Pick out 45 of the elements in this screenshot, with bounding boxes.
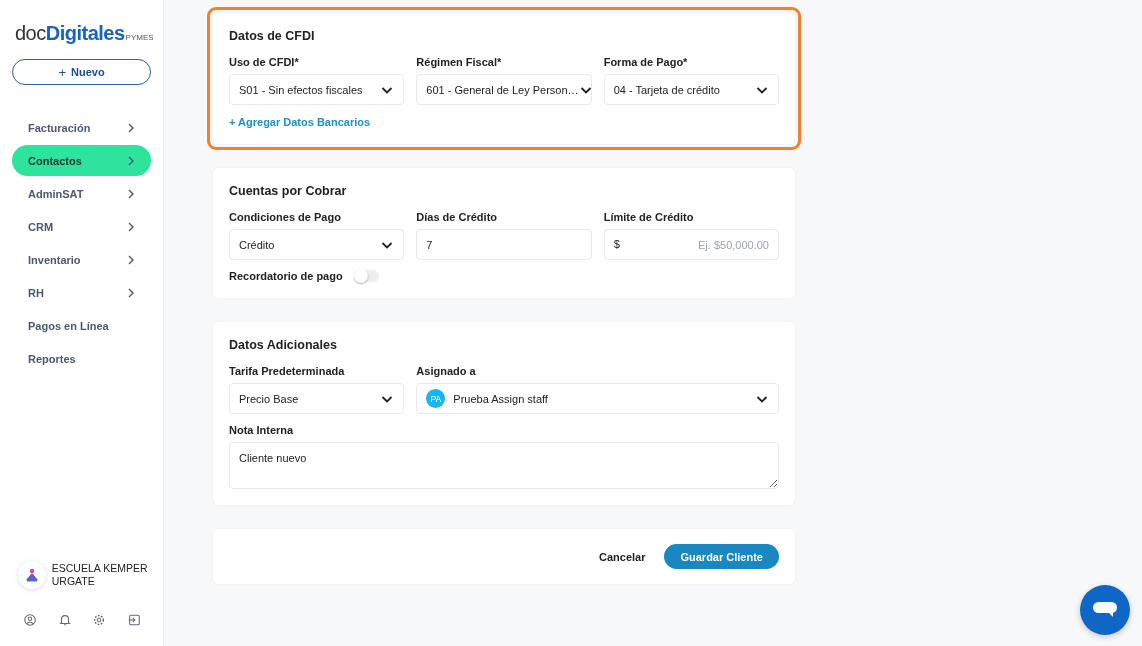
nav-item[interactable]: Inventario [12,244,151,275]
field-label: Recordatorio de pago [229,270,343,282]
field-label: Nota Interna [229,424,295,436]
nav-item[interactable]: Contactos [12,145,151,176]
logout-icon[interactable] [126,613,141,627]
select-field[interactable]: 601 - General de Ley Person… [416,74,592,105]
field-label: Régimen Fiscal* [416,56,503,68]
input-field[interactable]: 7 [416,229,592,260]
field-label: Uso de CFDI* [229,56,300,68]
section-title: Datos Adicionales [229,338,338,352]
cancel-button[interactable]: Cancelar [593,549,652,564]
field-label: Condiciones de Pago [229,211,342,223]
nav-item[interactable]: Pagos en Línea [12,310,151,341]
new-button[interactable]: + Nuevo [12,59,151,85]
chat-button[interactable] [1080,585,1130,635]
field-label: Días de Crédito [416,211,498,223]
add-bank-link[interactable]: + Agregar Datos Bancarios [229,116,779,128]
field-label: Tarifa Predeterminada [229,365,346,377]
field-label: Límite de Crédito [603,211,695,223]
select-field[interactable]: Crédito [229,229,405,260]
select-field[interactable]: S01 - Sin efectos fiscales [229,74,405,105]
account-name: ESCUELA KEMPER URGATE [51,562,149,588]
initials-avatar: PA [426,389,446,408]
toggle-switch[interactable] [354,270,379,282]
textarea-field[interactable]: Cliente nuevo [229,442,779,489]
account-logo [18,561,46,589]
nav-item[interactable]: Facturación [12,112,151,143]
select-field[interactable]: 04 - Tarjeta de crédito [603,74,779,105]
select-field[interactable]: PA Prueba Assign staff [416,383,779,414]
select-field[interactable]: Precio Base [229,383,405,414]
section-title: Cuentas por Cobrar [229,184,348,198]
section-title: Datos de CFDI [229,29,316,43]
currency-symbol: $ [613,238,620,250]
profile-icon[interactable] [23,613,37,627]
nav-item[interactable]: AdminSAT [12,178,151,209]
logo: docDigitalesPYMES [15,22,154,45]
field-label: Forma de Pago* [603,56,689,68]
assignee-name: Prueba Assign staff [453,392,548,405]
nav-item[interactable]: RH [12,277,151,308]
bell-icon[interactable] [57,613,72,627]
nav-item[interactable]: CRM [12,211,151,242]
save-button[interactable]: Guardar Cliente [664,544,779,569]
settings-icon[interactable] [92,613,107,627]
nav-item[interactable]: Reportes [12,343,151,374]
field-label: Asignado a [416,365,477,377]
